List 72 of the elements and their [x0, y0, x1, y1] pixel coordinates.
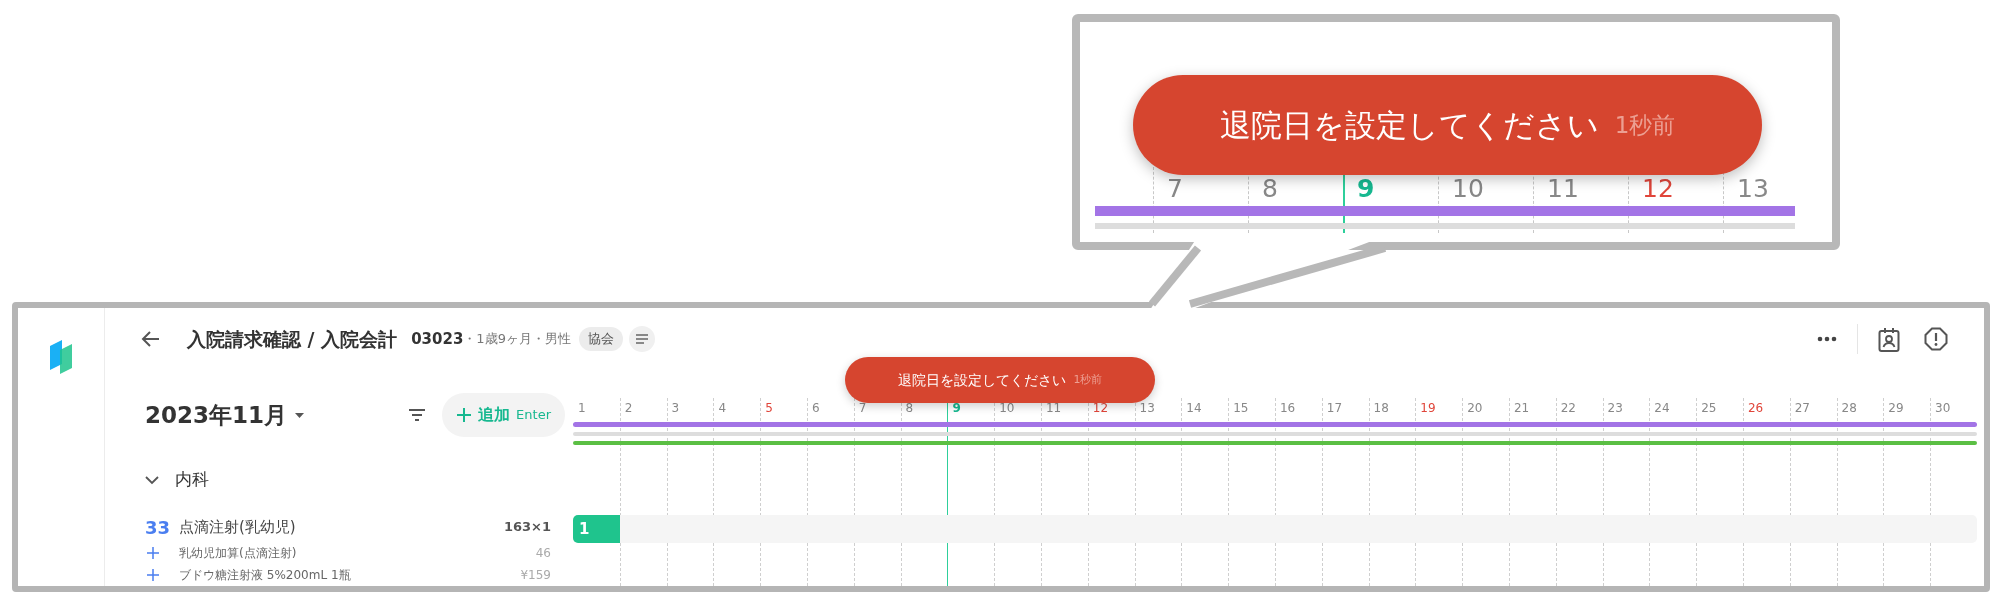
alert-button[interactable] [1924, 327, 1948, 351]
day-label: 9 [1356, 176, 1376, 201]
toast-text: 退院日を設定してください [1219, 105, 1599, 145]
plus-icon [147, 569, 159, 581]
day-label: 19 [1419, 402, 1437, 414]
day-label: 13 [1736, 176, 1770, 201]
day-label: 12 [1091, 402, 1110, 414]
day-label: 23 [1606, 402, 1624, 414]
day-label: 12 [1641, 176, 1675, 201]
day-label: 2 [623, 402, 634, 414]
day-label: 4 [717, 402, 728, 414]
back-button[interactable] [141, 329, 161, 349]
toast-time: 1秒前 [1614, 110, 1676, 140]
section-header[interactable]: 内科 [145, 460, 209, 500]
day-label: 7 [857, 402, 868, 414]
sub-item-name: ブドウ糖注射液 5%200mL 1瓶 [179, 567, 352, 584]
day-label: 30 [1934, 402, 1952, 414]
day-label: 11 [1546, 176, 1580, 201]
menu-icon [634, 333, 649, 345]
sub-item-amount: ¥159 [520, 567, 552, 584]
day-label: 26 [1746, 402, 1765, 414]
filter-button[interactable] [408, 408, 427, 422]
sub-item-amount: 46 [535, 545, 552, 562]
day-label: 17 [1325, 402, 1344, 414]
day-label: 16 [1278, 402, 1297, 414]
memo-button[interactable] [628, 326, 655, 352]
item-code: 33 [145, 515, 172, 540]
day-label: 10 [998, 402, 1016, 414]
day-label: 8 [1261, 176, 1279, 201]
day-label: 8 [904, 402, 915, 414]
day-label: 7 [1166, 176, 1184, 201]
item-name: 点滴注射(乳幼児) [179, 516, 297, 538]
day-label: 13 [1138, 402, 1156, 414]
more-icon [1817, 336, 1837, 342]
day-label: 24 [1653, 402, 1671, 414]
day-label: 11 [1044, 402, 1063, 414]
day-label: 25 [1700, 402, 1718, 414]
plus-icon [147, 547, 159, 559]
day-label: 10 [1451, 176, 1485, 201]
day-label: 15 [1232, 402, 1250, 414]
caret-icon [295, 412, 305, 418]
plus-icon [456, 407, 473, 423]
day-label: 9 [951, 402, 962, 414]
alert-icon [1924, 327, 1948, 351]
day-label: 20 [1466, 402, 1484, 414]
day-label: 5 [764, 402, 774, 414]
day-label: 1 [577, 402, 587, 414]
patient-card-button[interactable] [1878, 326, 1900, 352]
day-label: 3 [670, 402, 681, 414]
insurance-badge: 協会 [578, 327, 623, 351]
item-amount: 163×1 [503, 518, 552, 537]
logo-icon [48, 338, 74, 376]
patient-info: ・1歳9ヶ月・男性 [463, 330, 571, 349]
day-label: 28 [1840, 402, 1858, 414]
day-label: 14 [1185, 402, 1203, 414]
day-label: 21 [1512, 402, 1531, 414]
page-title: 入院請求確認 / 入院会計 [187, 326, 398, 352]
chevron-down-icon [145, 475, 159, 485]
day-label: 22 [1559, 402, 1577, 414]
sub-item-name: 乳幼児加算(点滴注射) [179, 545, 298, 562]
more-button[interactable] [1817, 336, 1837, 342]
month-selector[interactable]: 2023年11月 [145, 397, 305, 433]
filter-icon [408, 408, 427, 422]
day-label: 27 [1793, 402, 1811, 414]
day-label: 18 [1372, 402, 1390, 414]
day-label: 6 [811, 402, 821, 414]
toast-text: 退院日を設定してください [897, 370, 1066, 390]
back-arrow-icon [141, 329, 161, 349]
id-card-icon [1878, 326, 1900, 352]
patient-id: 03023 [411, 328, 464, 350]
day-label: 29 [1887, 402, 1905, 414]
toast-time: 1秒前 [1073, 371, 1103, 388]
